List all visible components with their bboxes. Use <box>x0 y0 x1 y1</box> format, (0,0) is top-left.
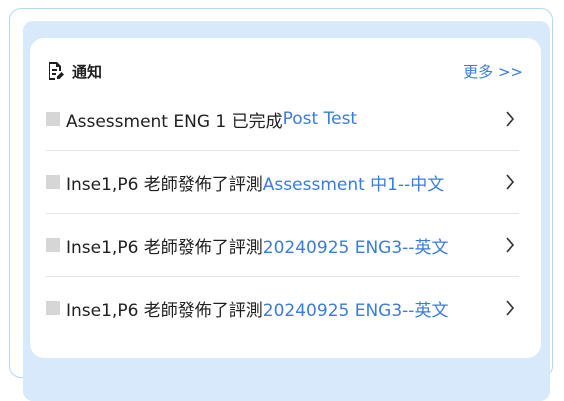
bullet-square <box>46 301 60 315</box>
list-item[interactable]: Assessment ENG 1 已完成 Post Test <box>46 88 519 150</box>
notification-link[interactable]: Assessment 中1--中文 <box>263 170 444 195</box>
notification-text: Assessment ENG 1 已完成 <box>66 111 283 132</box>
notification-card: 通知 更多 >> Assessment ENG 1 已完成 Post Test … <box>30 38 541 358</box>
bullet-square <box>46 112 60 126</box>
chevron-right-icon[interactable] <box>505 300 515 316</box>
panel-title: 通知 <box>72 62 103 81</box>
chevron-right-icon[interactable] <box>505 174 515 190</box>
list-item[interactable]: Inse1,P6 老師發佈了評測 20240925 ENG3--英文 <box>46 276 519 339</box>
notification-link[interactable]: Post Test <box>283 109 357 129</box>
chevron-right-icon[interactable] <box>505 237 515 253</box>
list-item[interactable]: Inse1,P6 老師發佈了評測 20240925 ENG3--英文 <box>46 213 519 276</box>
bullet-square <box>46 175 60 189</box>
more-link[interactable]: 更多 >> <box>463 61 523 82</box>
notification-text: Inse1,P6 老師發佈了評測 <box>66 237 263 258</box>
list-item[interactable]: Inse1,P6 老師發佈了評測 Assessment 中1--中文 <box>46 150 519 213</box>
notification-link[interactable]: 20240925 ENG3--英文 <box>263 296 449 321</box>
notification-header: 通知 更多 >> <box>46 58 523 84</box>
notification-link[interactable]: 20240925 ENG3--英文 <box>263 233 449 258</box>
notification-text: Inse1,P6 老師發佈了評測 <box>66 174 263 195</box>
chevron-right-icon[interactable] <box>505 111 515 127</box>
bullet-square <box>46 238 60 252</box>
document-edit-icon <box>46 61 64 81</box>
notification-text: Inse1,P6 老師發佈了評測 <box>66 300 263 321</box>
notification-list: Assessment ENG 1 已完成 Post Test Inse1,P6 … <box>46 88 519 339</box>
